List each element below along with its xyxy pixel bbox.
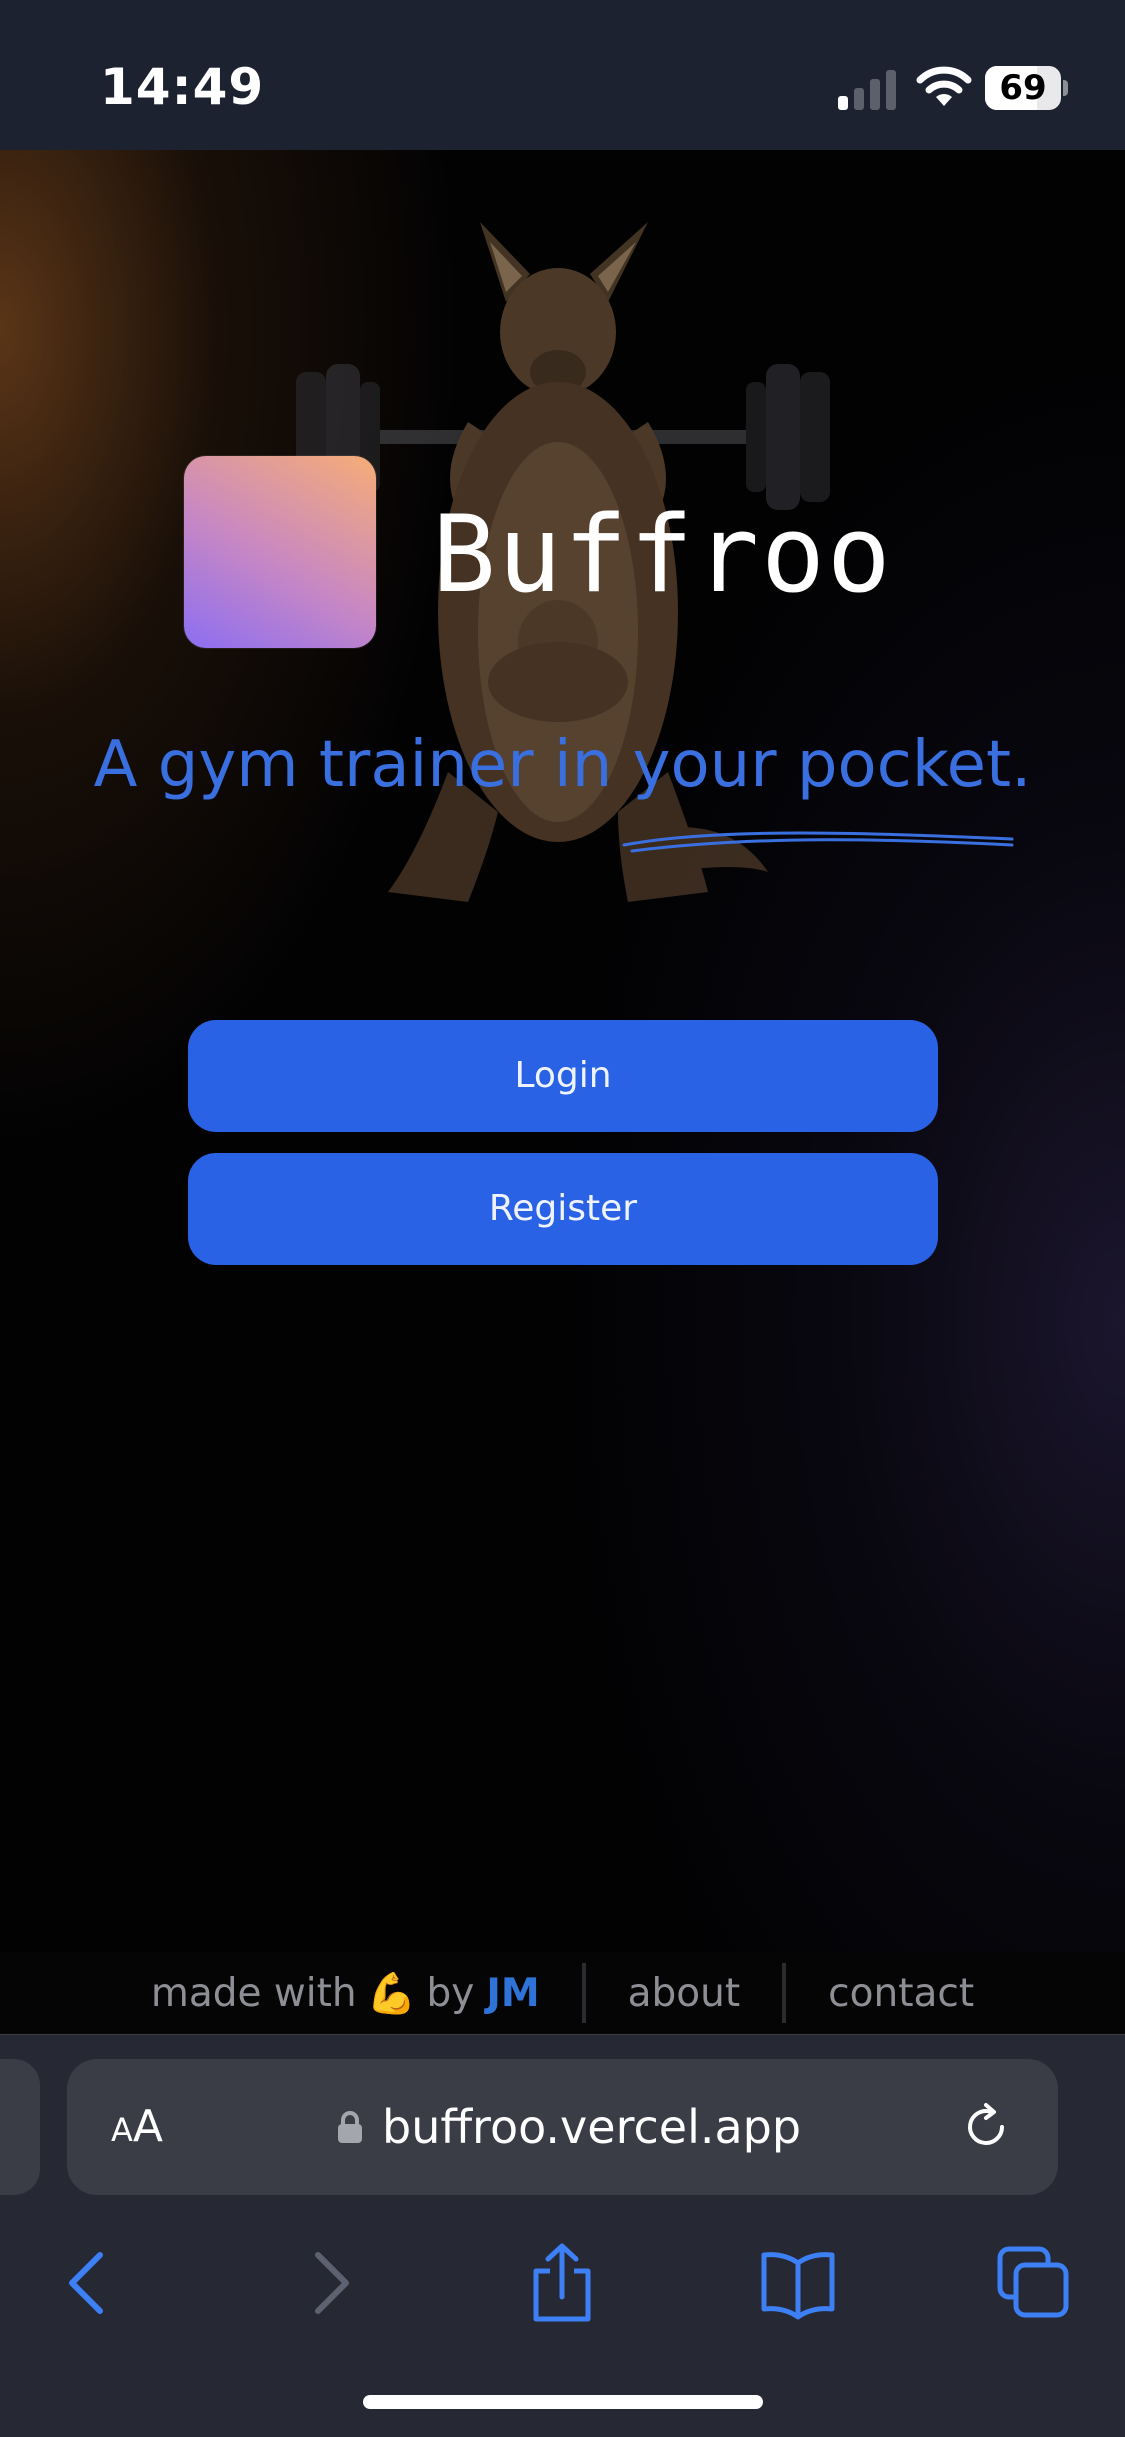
contact-link[interactable]: contact xyxy=(828,1971,974,2016)
back-icon[interactable] xyxy=(48,2243,128,2323)
register-button[interactable]: Register xyxy=(188,1153,938,1265)
bookmarks-icon[interactable] xyxy=(758,2243,838,2323)
reload-icon[interactable] xyxy=(960,2101,1012,2153)
battery-nub xyxy=(1063,80,1068,96)
signal-icon xyxy=(838,70,896,110)
login-button[interactable]: Login xyxy=(188,1020,938,1132)
home-indicator[interactable] xyxy=(363,2395,763,2409)
flexed-biceps-icon: 💪 xyxy=(366,1970,417,2017)
battery-body: 69 xyxy=(985,66,1061,110)
footer-divider xyxy=(782,1963,787,2023)
url-text[interactable]: buffroo.vercel.app xyxy=(382,2059,801,2195)
status-bar: 14:49 69 xyxy=(0,0,1125,150)
tagline: A gym trainer in your pocket. xyxy=(93,728,1032,802)
about-link[interactable]: about xyxy=(628,1971,741,2016)
footer-links: made with 💪 by JM about contact xyxy=(151,1952,974,2034)
tabs-icon[interactable] xyxy=(994,2243,1074,2323)
author-link[interactable]: JM xyxy=(486,1971,539,2016)
brand-logo xyxy=(184,456,376,648)
footer-made-with: made with xyxy=(150,1970,357,2016)
footer-by: by xyxy=(426,1970,475,2016)
text-size-large-glyph: A xyxy=(132,2101,163,2152)
address-bar[interactable]: AA buffroo.vercel.app xyxy=(67,2059,1058,2195)
battery-percent: 69 xyxy=(999,68,1047,108)
tagline-underline xyxy=(622,831,1014,853)
landing-page: Buffroo A gym trainer in your pocket. Lo… xyxy=(0,150,1125,1952)
forward-icon[interactable] xyxy=(290,2243,370,2323)
footer-divider xyxy=(581,1963,586,2023)
text-size-button[interactable]: AA xyxy=(111,2059,163,2195)
lock-icon xyxy=(338,2111,362,2143)
browser-toolbar: AA buffroo.vercel.app xyxy=(0,2034,1125,2437)
footer: made with 💪 by JM about contact xyxy=(0,1952,1125,2034)
battery-icon: 69 xyxy=(985,66,1068,110)
previous-tab-preview[interactable] xyxy=(0,2059,40,2195)
brand-name: Buffroo xyxy=(432,493,893,616)
share-icon[interactable] xyxy=(522,2243,602,2323)
wifi-icon xyxy=(916,66,972,106)
text-size-small-glyph: A xyxy=(111,2111,133,2149)
status-time: 14:49 xyxy=(100,58,265,116)
